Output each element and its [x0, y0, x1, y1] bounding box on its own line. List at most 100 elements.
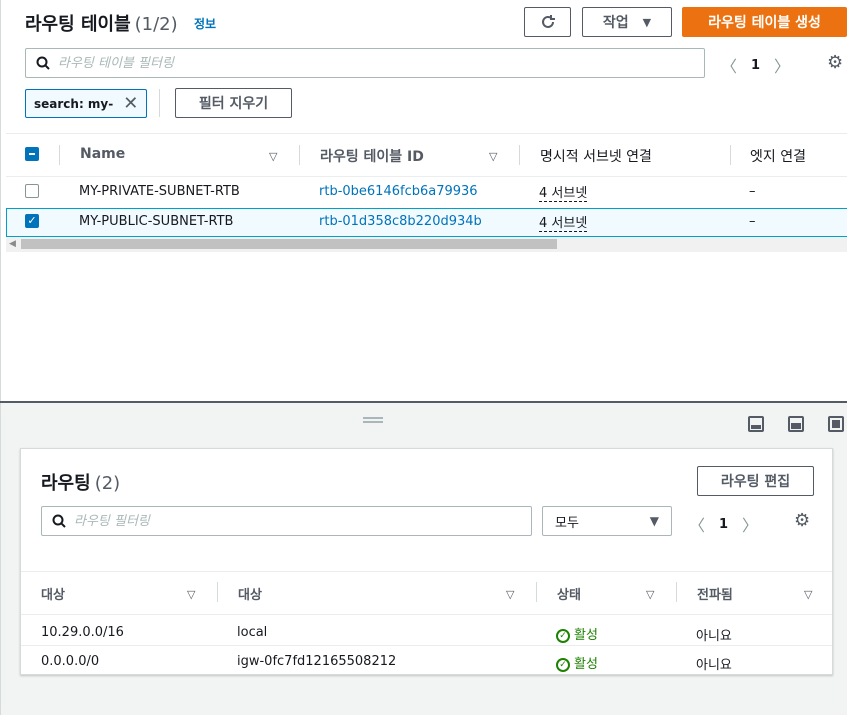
route-destination: 0.0.0.0/0 [41, 654, 100, 669]
route-table-search[interactable] [25, 48, 705, 78]
route-propagated: 아니요 [696, 658, 732, 673]
route-table-id-link[interactable]: rtb-0be6146fcb6a79936 [319, 184, 478, 199]
row-checkbox[interactable]: ✓ [25, 214, 39, 228]
column-header-target[interactable]: 대상 [238, 584, 262, 603]
route-table-id-link[interactable]: rtb-01d358c8b220d934b [319, 214, 482, 229]
sort-icon[interactable]: ▽ [269, 150, 277, 163]
caret-down-icon: ▼ [649, 514, 659, 528]
route-status-text: 활성 [574, 657, 598, 672]
filter-token: search: my- ✕ [25, 89, 148, 118]
settings-gear-icon[interactable]: ⚙ [794, 510, 810, 531]
routes-search-input[interactable] [74, 513, 506, 529]
filter-token-label: search: my- [34, 96, 114, 111]
divider [159, 89, 160, 117]
edge-associations: – [749, 214, 756, 229]
route-target: local [237, 625, 268, 640]
sort-icon[interactable]: ▽ [489, 150, 497, 163]
column-divider [299, 145, 300, 165]
next-page-icon[interactable]: 〉 [772, 53, 792, 77]
subnet-associations[interactable]: 4 서브넷 [539, 182, 588, 202]
route-status-text: 활성 [574, 628, 598, 643]
route-target-link[interactable]: igw-0fc7fd12165508212 [237, 654, 396, 669]
next-page-icon[interactable]: 〉 [740, 512, 760, 536]
create-label: 라우팅 테이블 생성 [708, 15, 821, 31]
route-destination: 10.29.0.0/16 [41, 625, 124, 640]
routes-search[interactable] [41, 506, 532, 536]
divider [21, 571, 832, 572]
column-header-propagated[interactable]: 전파됨 [697, 584, 733, 603]
horizontal-scrollbar[interactable]: ◀ [6, 237, 847, 252]
column-divider [59, 145, 60, 165]
search-icon [36, 56, 50, 70]
refresh-icon [541, 15, 555, 28]
routes-filter-select[interactable]: 모두 ▼ [542, 506, 672, 536]
page-title: 라우팅 테이블 (1/2) [25, 10, 178, 36]
pagination: 〈 1 〉 [719, 53, 792, 77]
scrollbar-thumb[interactable] [21, 239, 557, 249]
divider [21, 614, 832, 615]
scroll-left-icon[interactable]: ◀ [9, 237, 16, 252]
selection-count: (1/2) [134, 14, 178, 35]
details-panel: 라우팅(2) 라우팅 편집 모두 ▼ 〈 1 〉 ⚙ 대상 ▽ 대상 ▽ 상 [0, 403, 847, 715]
column-header-status[interactable]: 상태 [557, 584, 581, 603]
panel-bottom-icon[interactable] [748, 416, 764, 432]
clear-filters-button[interactable]: 필터 지우기 [175, 88, 292, 118]
check-circle-icon: ✓ [556, 628, 570, 643]
create-route-table-button[interactable]: 라우팅 테이블 생성 [682, 7, 847, 37]
refresh-button[interactable] [524, 7, 571, 37]
column-header-destination[interactable]: 대상 [41, 584, 65, 603]
close-icon[interactable]: ✕ [123, 93, 138, 114]
sort-icon[interactable]: ▽ [187, 588, 195, 601]
clear-filters-label: 필터 지우기 [198, 96, 269, 112]
sort-icon[interactable]: ▽ [646, 588, 654, 601]
search-input[interactable] [58, 55, 660, 71]
panel-full-icon[interactable] [828, 416, 844, 432]
resize-handle-icon[interactable] [363, 417, 383, 423]
prev-page-icon[interactable]: 〈 [719, 53, 739, 77]
edit-routes-label: 라우팅 편집 [720, 474, 791, 490]
column-divider [676, 582, 677, 602]
routes-count: (2) [94, 473, 121, 494]
column-divider [730, 145, 731, 165]
actions-button[interactable]: 작업 ▼ [582, 7, 672, 37]
prev-page-icon[interactable]: 〈 [687, 512, 707, 536]
column-header-id[interactable]: 라우팅 테이블 ID [320, 146, 424, 166]
routes-title-text: 라우팅 [41, 473, 91, 494]
panel-side-icon[interactable] [788, 416, 804, 432]
row-name: MY-PRIVATE-SUBNET-RTB [79, 184, 240, 199]
routes-container: 라우팅(2) 라우팅 편집 모두 ▼ 〈 1 〉 ⚙ 대상 ▽ 대상 ▽ 상 [20, 448, 833, 675]
edge-associations: – [749, 184, 756, 199]
row-name: MY-PUBLIC-SUBNET-RTB [79, 214, 234, 229]
route-status: ✓ 활성 [556, 653, 598, 672]
divider [6, 176, 847, 177]
divider [21, 645, 832, 646]
check-circle-icon: ✓ [556, 657, 570, 672]
routes-pagination: 〈 1 〉 [687, 512, 760, 536]
edit-routes-button[interactable]: 라우팅 편집 [697, 466, 814, 496]
routes-title: 라우팅 (2) [41, 469, 120, 495]
sort-icon[interactable]: ▽ [506, 588, 514, 601]
row-checkbox[interactable] [25, 184, 39, 198]
column-header-name[interactable]: Name [80, 146, 125, 162]
sort-icon[interactable]: ▽ [804, 588, 812, 601]
page-number[interactable]: 1 [719, 517, 728, 532]
route-status: ✓ 활성 [556, 624, 598, 643]
column-divider [536, 582, 537, 602]
column-divider [217, 582, 218, 602]
select-value: 모두 [555, 515, 579, 531]
route-tables-panel: 라우팅 테이블(1/2) 정보 작업 ▼ 라우팅 테이블 생성 〈 1 〉 ⚙ … [0, 0, 847, 402]
search-icon [52, 514, 66, 528]
column-header-subnets[interactable]: 명시적 서브넷 연결 [540, 146, 652, 166]
page-number[interactable]: 1 [751, 58, 760, 73]
actions-label: 작업 [602, 15, 629, 31]
route-propagated: 아니요 [696, 629, 732, 644]
column-header-edge[interactable]: 엣지 연결 [750, 146, 806, 166]
column-divider [519, 145, 520, 165]
settings-gear-icon[interactable]: ⚙ [827, 52, 843, 73]
title-text: 라우팅 테이블 [25, 14, 131, 35]
divider [6, 133, 847, 134]
select-all-checkbox[interactable] [25, 147, 39, 161]
caret-down-icon: ▼ [642, 15, 652, 29]
subnet-associations[interactable]: 4 서브넷 [539, 212, 588, 232]
info-link[interactable]: 정보 [194, 15, 216, 32]
